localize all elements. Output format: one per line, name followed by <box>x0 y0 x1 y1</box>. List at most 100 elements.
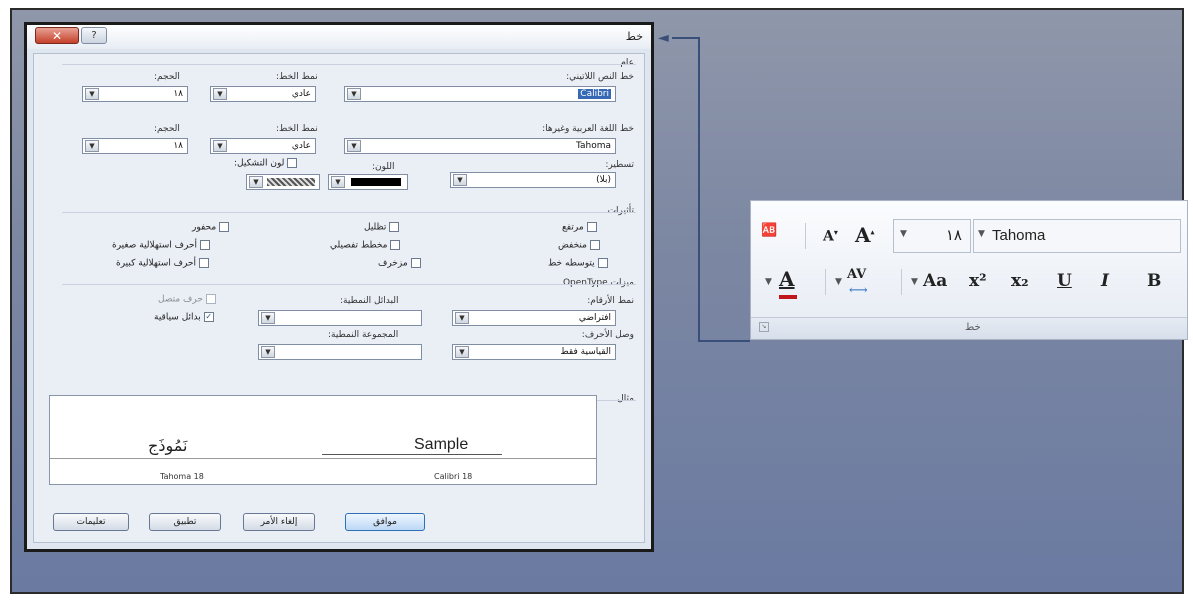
clear-formatting-icon[interactable]: 🆎 <box>761 223 777 238</box>
ribbon-group-footer: ↘ خط <box>751 317 1187 339</box>
chevron-down-icon[interactable]: ▼ <box>455 312 469 324</box>
preview-arabic-text: نَمُوذَج <box>148 436 188 455</box>
section-effects-heading: تأثيرات <box>607 206 634 216</box>
cancel-button[interactable]: إلغاء الأمر <box>243 513 315 531</box>
checkbox-box[interactable] <box>589 240 600 250</box>
checkbox-box[interactable] <box>597 258 608 268</box>
checkbox-box[interactable] <box>287 158 298 168</box>
separator <box>901 269 902 295</box>
chevron-down-icon[interactable]: ▼ <box>347 140 361 152</box>
underline-value: (بلا) <box>596 175 611 185</box>
help-icon[interactable]: ? <box>81 27 107 44</box>
subscript-button[interactable]: x₂ <box>1011 271 1029 291</box>
checkbox-box[interactable]: ✓ <box>203 312 214 322</box>
chevron-down-icon[interactable]: ▼ <box>911 277 918 287</box>
complex-size-combo[interactable]: ▼ ١٨ <box>82 138 188 154</box>
hatched-swatch <box>267 178 315 186</box>
font-color-bar <box>779 295 797 299</box>
stylistic-set-label: المجموعة النمطية: <box>328 330 399 340</box>
diacritic-color-checkbox[interactable]: لون التشكيل: <box>234 158 298 169</box>
effect-checkbox[interactable]: مخطط تفصيلي <box>330 240 401 251</box>
ribbon-group-label: خط <box>965 322 981 333</box>
close-button[interactable]: ✕ <box>35 27 79 44</box>
ok-button[interactable]: موافق <box>345 513 425 531</box>
superscript-button[interactable]: x² <box>969 271 987 291</box>
chevron-down-icon[interactable]: ▼ <box>261 346 275 358</box>
ligatures-combo[interactable]: ▼ القياسية فقط <box>452 344 616 360</box>
underline-button[interactable]: U <box>1057 271 1072 291</box>
checkbox-box[interactable] <box>586 222 597 232</box>
effect-checkbox[interactable]: أحرف استهلالية صغيرة <box>112 240 211 251</box>
stylistic-set-combo[interactable]: ▼ <box>258 344 422 360</box>
bold-button[interactable]: B <box>1147 271 1161 291</box>
chevron-down-icon[interactable]: ▼ <box>978 229 985 239</box>
stylistic-alt-combo[interactable]: ▼ <box>258 310 422 326</box>
chevron-down-icon[interactable]: ▼ <box>213 140 227 152</box>
character-spacing-button[interactable]: AV <box>847 267 866 282</box>
chevron-down-icon[interactable]: ▼ <box>85 140 99 152</box>
chevron-down-icon[interactable]: ▼ <box>455 346 469 358</box>
checkbox-box[interactable] <box>390 240 401 250</box>
effect-checkbox[interactable]: يتوسطه خط <box>548 258 608 269</box>
effect-checkbox[interactable]: محفور <box>192 222 230 233</box>
latin-size-value: ١٨ <box>173 89 183 99</box>
shrink-font-button[interactable]: A▾ <box>823 227 838 245</box>
chevron-down-icon[interactable]: ▼ <box>900 229 907 239</box>
diacritic-color-combo[interactable]: ▼ <box>246 174 320 190</box>
font-color-button[interactable]: A <box>779 267 795 291</box>
checkbox-box[interactable] <box>200 240 211 250</box>
help-button[interactable]: تعليمات <box>53 513 129 531</box>
chevron-down-icon[interactable]: ▼ <box>249 176 263 188</box>
font-color-combo[interactable]: ▼ <box>328 174 408 190</box>
dialog-launcher-icon[interactable]: ↘ <box>759 322 769 332</box>
effect-label: تظليل <box>364 222 387 233</box>
change-case-button[interactable]: Aa <box>923 271 947 291</box>
contextual-checkbox[interactable]: حرف متصل <box>158 294 216 305</box>
chevron-down-icon[interactable]: ▼ <box>765 277 772 287</box>
latin-style-combo[interactable]: ▼ عادي <box>210 86 316 102</box>
effect-checkbox[interactable]: أحرف استهلالية كبيرة <box>116 258 210 269</box>
complex-style-combo[interactable]: ▼ عادي <box>210 138 316 154</box>
font-size-combo[interactable]: ▼ ١٨ <box>893 219 971 253</box>
latin-style-label: نمط الخط: <box>276 72 318 82</box>
chevron-down-icon[interactable]: ▼ <box>213 88 227 100</box>
section-preview-heading: مثال <box>617 394 634 404</box>
effect-checkbox[interactable]: مرتفع <box>562 222 597 233</box>
font-name-value: Tahoma <box>992 227 1046 244</box>
checkbox-box[interactable] <box>219 222 230 232</box>
chevron-down-icon[interactable]: ▼ <box>453 174 467 186</box>
chevron-down-icon[interactable]: ▼ <box>85 88 99 100</box>
complex-style-label: نمط الخط: <box>276 124 318 134</box>
underline-combo[interactable]: ▼ (بلا) <box>450 172 616 188</box>
italic-button[interactable]: I <box>1101 271 1109 291</box>
font-name-combo[interactable]: ▼ Tahoma <box>973 219 1181 253</box>
chevron-down-icon[interactable]: ▼ <box>261 312 275 324</box>
effect-checkbox[interactable]: منخفض <box>558 240 600 251</box>
effect-label: أحرف استهلالية صغيرة <box>112 240 198 251</box>
checkbox-box[interactable] <box>410 258 421 268</box>
complex-font-value: Tahoma <box>575 141 611 151</box>
chevron-down-icon[interactable]: ▼ <box>347 88 361 100</box>
checkbox-box[interactable] <box>199 258 210 268</box>
chevron-down-icon[interactable]: ▼ <box>331 176 345 188</box>
checkbox-box[interactable] <box>205 294 216 304</box>
arrow-line <box>672 37 700 39</box>
checkbox-box[interactable] <box>389 222 400 232</box>
complex-font-combo[interactable]: ▼ Tahoma <box>344 138 616 154</box>
grow-font-button[interactable]: A▴ <box>855 223 875 247</box>
apply-button[interactable]: تطبيق <box>149 513 221 531</box>
preview-arabic-caption: Tahoma 18 <box>160 472 204 481</box>
number-style-combo[interactable]: ▼ افتراضي <box>452 310 616 326</box>
swash-checkbox[interactable]: ✓بدائل سياقية <box>154 312 214 323</box>
chevron-down-icon[interactable]: ▼ <box>835 277 842 287</box>
effect-checkbox[interactable]: تظليل <box>364 222 400 233</box>
latin-size-combo[interactable]: ▼ ١٨ <box>82 86 188 102</box>
effect-checkbox[interactable]: مزخرف <box>378 258 421 269</box>
diacritic-color-label: لون التشكيل: <box>234 158 285 169</box>
latin-font-combo[interactable]: ▼ Calibri <box>344 86 616 102</box>
complex-size-value: ١٨ <box>173 141 183 151</box>
contextual-label: حرف متصل <box>158 294 203 305</box>
arrow-line <box>698 37 700 342</box>
stylistic-alt-label: البدائل النمطية: <box>340 296 399 306</box>
divider <box>62 64 636 65</box>
